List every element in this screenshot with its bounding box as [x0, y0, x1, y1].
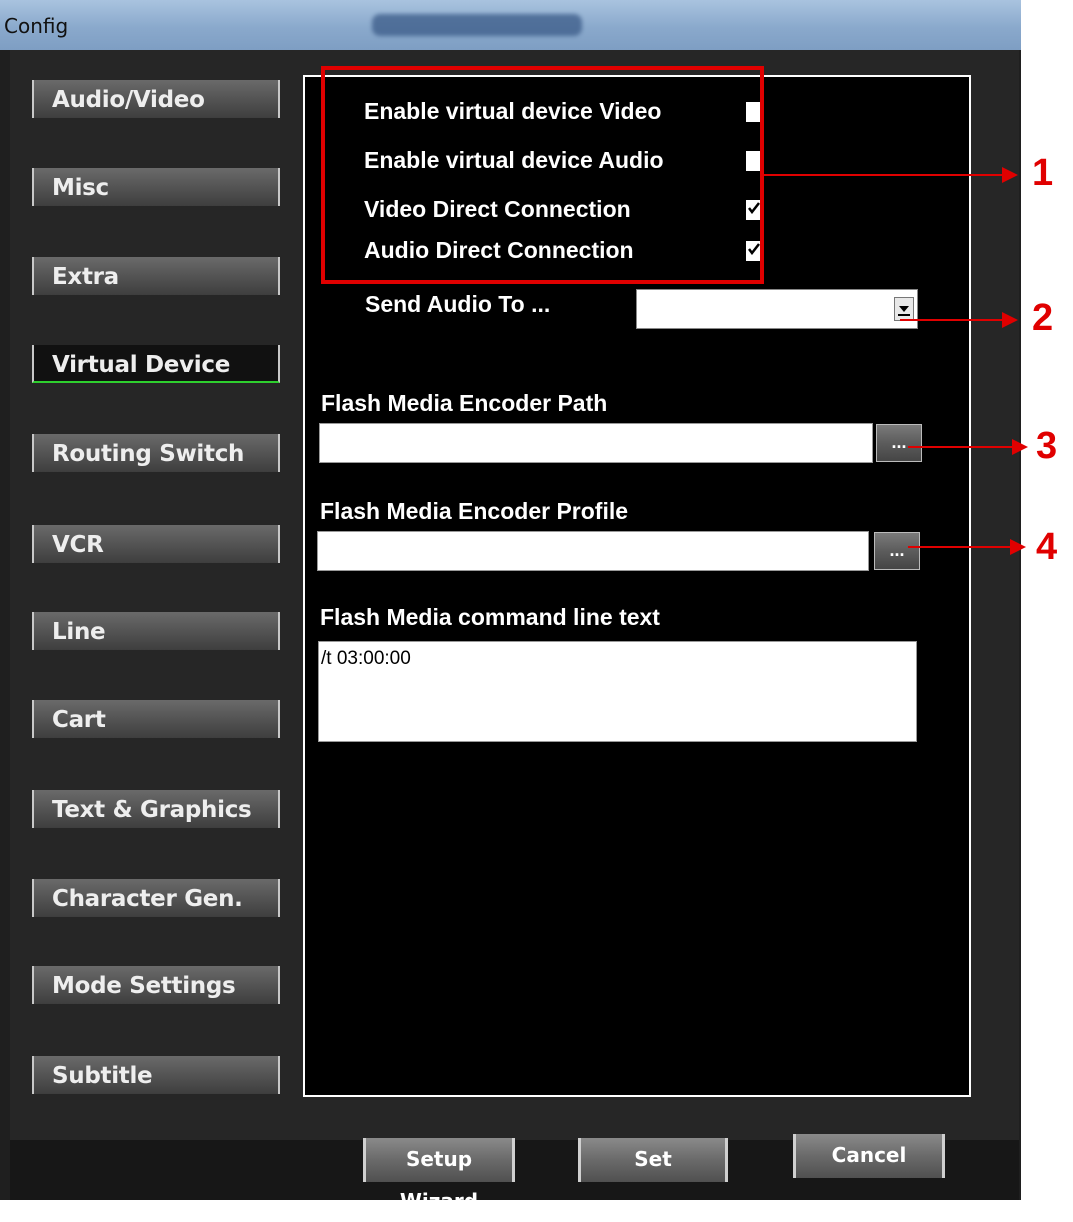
nav-label: Subtitle [52, 1063, 153, 1089]
annotation-number-4: 4 [1036, 526, 1058, 568]
nav-cart[interactable]: Cart [32, 700, 280, 738]
nav-mode-settings[interactable]: Mode Settings [32, 966, 280, 1004]
cmdline-label: Flash Media command line text [320, 604, 660, 630]
nav-vcr[interactable]: VCR [32, 525, 280, 563]
chevron-down-icon [898, 306, 910, 316]
nav-line[interactable]: Line [32, 612, 280, 650]
nav-label: Text & Graphics [52, 797, 252, 823]
arrow-right-icon [1010, 539, 1026, 555]
send-audio-dropdown[interactable] [636, 289, 918, 329]
nav-label: Cart [52, 707, 106, 733]
nav-virtual-device[interactable]: Virtual Device [32, 345, 280, 383]
annotation-number-3: 3 [1036, 425, 1058, 467]
arrow-right-icon [1002, 312, 1018, 328]
nav-misc[interactable]: Misc [32, 168, 280, 206]
dropdown-arrow-button[interactable] [894, 297, 914, 321]
nav-label: Mode Settings [52, 973, 236, 999]
nav-label: Misc [52, 175, 109, 201]
cancel-button[interactable]: Cancel [793, 1134, 945, 1178]
nav-label: Line [52, 619, 106, 645]
nav-label: VCR [52, 532, 104, 558]
nav-subtitle[interactable]: Subtitle [32, 1056, 280, 1094]
annotation-line-1 [764, 174, 1002, 176]
annotation-number-2: 2 [1032, 297, 1054, 339]
annotation-box-1 [321, 66, 764, 284]
nav-text-graphics[interactable]: Text & Graphics [32, 790, 280, 828]
window-title: Config [4, 14, 69, 38]
nav-label: Character Gen. [52, 886, 243, 912]
annotation-line-4 [908, 546, 1010, 548]
nav-audio-video[interactable]: Audio/Video [32, 80, 280, 118]
encoder-profile-browse-button[interactable]: ... [874, 532, 920, 570]
arrow-right-icon [1012, 439, 1028, 455]
nav-character-gen[interactable]: Character Gen. [32, 879, 280, 917]
encoder-profile-input[interactable] [317, 531, 869, 571]
arrow-right-icon [1002, 167, 1018, 183]
encoder-profile-label: Flash Media Encoder Profile [320, 498, 629, 524]
annotation-number-1: 1 [1032, 152, 1054, 194]
blurred-timecode [372, 14, 582, 36]
encoder-path-browse-button[interactable]: ... [876, 424, 922, 462]
encoder-path-label: Flash Media Encoder Path [321, 390, 608, 416]
set-button[interactable]: Set [578, 1138, 728, 1182]
nav-label: Routing Switch [52, 441, 245, 467]
annotation-line-3 [908, 446, 1012, 448]
annotation-line-2 [900, 319, 1002, 321]
encoder-path-input[interactable] [319, 423, 873, 463]
nav-routing-switch[interactable]: Routing Switch [32, 434, 280, 472]
nav-label: Virtual Device [52, 352, 231, 378]
send-audio-label: Send Audio To ... [365, 291, 551, 317]
nav-label: Extra [52, 264, 119, 290]
cmdline-textarea[interactable]: /t 03:00:00 [318, 641, 917, 742]
nav-extra[interactable]: Extra [32, 257, 280, 295]
setup-wizard-button[interactable]: Setup Wizard [363, 1138, 515, 1213]
nav-label: Audio/Video [52, 87, 205, 113]
title-bar[interactable]: Config [0, 0, 1021, 50]
